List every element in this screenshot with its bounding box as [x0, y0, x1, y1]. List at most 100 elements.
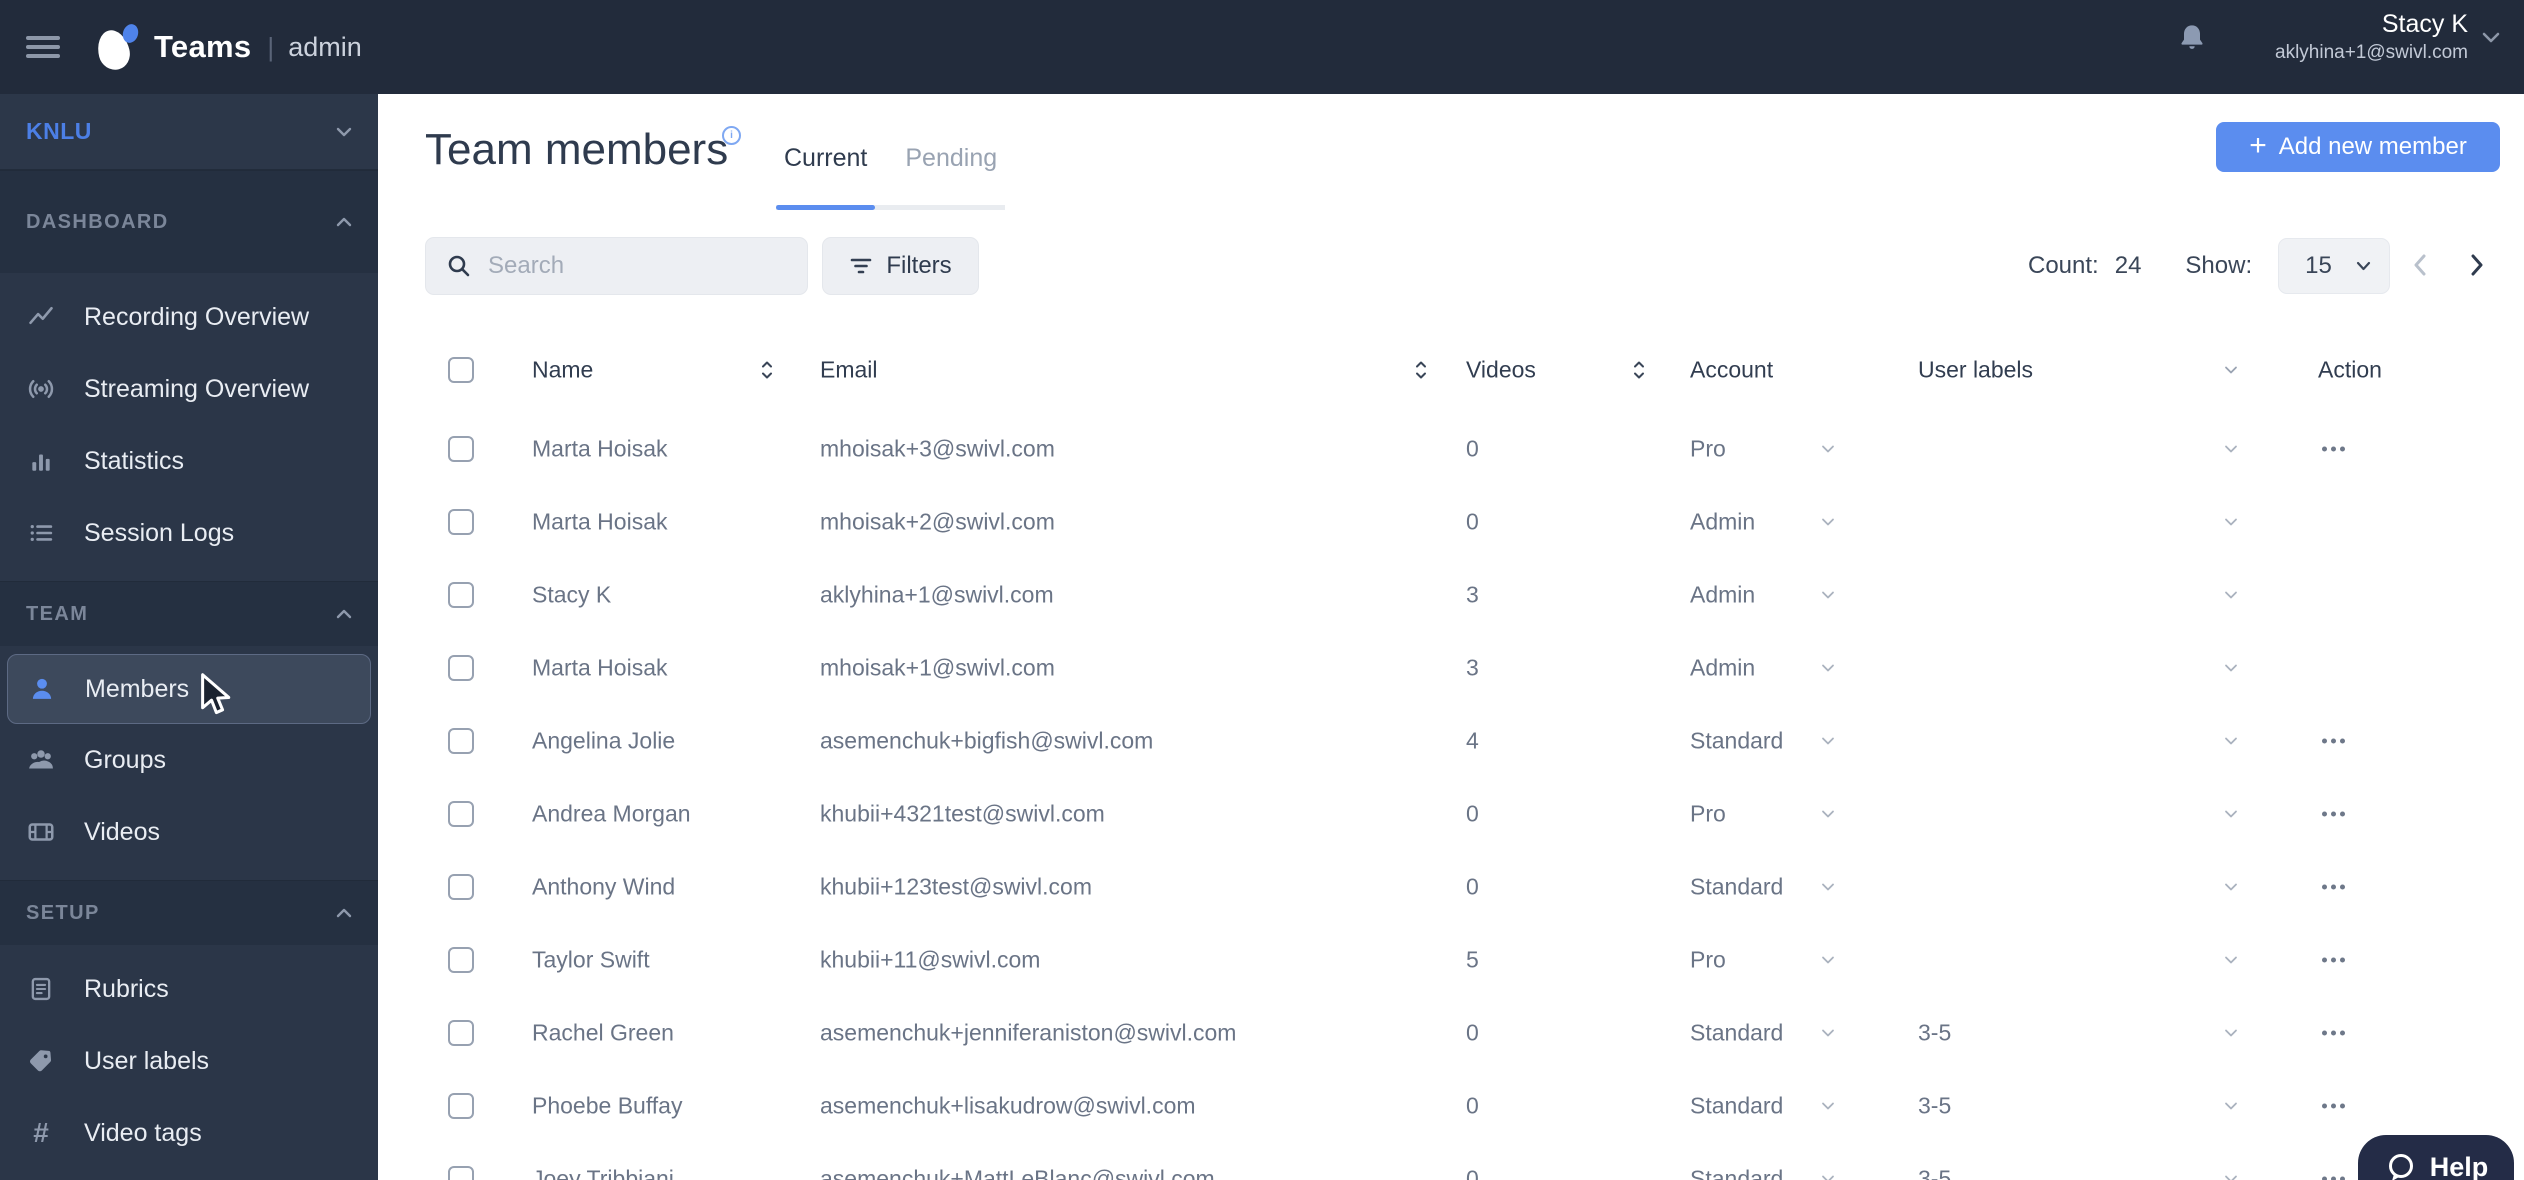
- sidebar-item-session-logs[interactable]: Session Logs: [0, 497, 378, 569]
- user-labels-dropdown-chevron-icon[interactable]: [2218, 1095, 2244, 1116]
- user-labels-filter-chevron-icon[interactable]: [2218, 360, 2244, 381]
- notifications-bell-icon[interactable]: [2176, 22, 2208, 54]
- column-header-videos: Videos: [1466, 356, 1536, 383]
- account-dropdown-chevron-icon[interactable]: [1815, 438, 1841, 459]
- column-header-user-labels: User labels: [1918, 356, 2034, 383]
- help-button[interactable]: Help: [2358, 1135, 2514, 1180]
- trend-icon: [26, 302, 56, 332]
- user-labels-dropdown-chevron-icon[interactable]: [2218, 1168, 2244, 1180]
- page-size-select[interactable]: 15: [2278, 238, 2391, 294]
- row-checkbox[interactable]: [448, 873, 474, 900]
- sidebar-item-statistics[interactable]: Statistics: [0, 425, 378, 497]
- row-checkbox[interactable]: [448, 435, 474, 462]
- account-dropdown-chevron-icon[interactable]: [1815, 876, 1841, 897]
- next-page-button[interactable]: [2464, 247, 2491, 283]
- cell-name: Joey Tribbiani: [532, 1165, 674, 1180]
- user-menu[interactable]: Stacy K aklyhina+1@swivl.com: [2275, 8, 2468, 66]
- sidebar-item-groups[interactable]: Groups: [0, 724, 378, 796]
- user-labels-dropdown-chevron-icon[interactable]: [2218, 949, 2244, 970]
- select-all-checkbox[interactable]: [448, 357, 474, 383]
- user-labels-dropdown-chevron-icon[interactable]: [2218, 803, 2244, 824]
- account-dropdown-chevron-icon[interactable]: [1815, 1168, 1841, 1180]
- account-dropdown-chevron-icon[interactable]: [1815, 511, 1841, 532]
- user-labels-dropdown-chevron-icon[interactable]: [2218, 511, 2244, 532]
- row-actions-button[interactable]: [2318, 803, 2349, 824]
- tab-pending[interactable]: Pending: [897, 143, 1005, 205]
- cell-account: Standard: [1690, 727, 1784, 753]
- row-checkbox[interactable]: [448, 1092, 474, 1119]
- sort-name-icon[interactable]: [760, 360, 774, 381]
- row-actions-button[interactable]: [2318, 876, 2349, 897]
- user-labels-dropdown-chevron-icon[interactable]: [2218, 876, 2244, 897]
- brand-divider: |: [267, 31, 275, 62]
- count-label: Count:: [2028, 252, 2099, 279]
- user-labels-dropdown-chevron-icon[interactable]: [2218, 438, 2244, 459]
- chevron-up-icon: [336, 908, 352, 918]
- brand-title: Teams: [154, 29, 252, 64]
- sidebar-item-video-tags[interactable]: # Video tags: [0, 1097, 378, 1169]
- sidebar-item-user-labels[interactable]: User labels: [0, 1025, 378, 1097]
- cell-email: asemenchuk+lisakudrow@swivl.com: [820, 1092, 1196, 1118]
- row-actions-button[interactable]: [2318, 438, 2349, 459]
- cell-name: Marta Hoisak: [532, 654, 668, 680]
- info-icon[interactable]: i: [722, 126, 741, 145]
- cell-email: mhoisak+2@swivl.com: [820, 508, 1055, 534]
- row-checkbox[interactable]: [448, 727, 474, 754]
- sidebar-item-videos[interactable]: Videos: [0, 796, 378, 868]
- account-dropdown-chevron-icon[interactable]: [1815, 657, 1841, 678]
- cell-videos: 0: [1466, 800, 1479, 826]
- row-checkbox[interactable]: [448, 946, 474, 973]
- search-box[interactable]: [425, 237, 808, 295]
- user-menu-chevron-icon[interactable]: [2482, 32, 2500, 43]
- row-checkbox[interactable]: [448, 1019, 474, 1046]
- table-row: Anthony Wind khubii+123test@swivl.com 0 Sta…: [378, 850, 2524, 923]
- filters-button[interactable]: Filters: [822, 237, 979, 295]
- sidebar-item-recording-overview[interactable]: Recording Overview: [0, 281, 378, 353]
- row-actions-button[interactable]: [2318, 730, 2349, 751]
- account-dropdown-chevron-icon[interactable]: [1815, 730, 1841, 751]
- sidebar-section-header-setup[interactable]: SETUP: [0, 880, 378, 945]
- search-input[interactable]: [486, 251, 770, 281]
- row-actions-button[interactable]: [2318, 1095, 2349, 1116]
- row-checkbox[interactable]: [448, 581, 474, 608]
- cell-user-labels: 3-5: [1918, 1165, 1952, 1180]
- row-actions-button[interactable]: [2318, 1022, 2349, 1043]
- sort-videos-icon[interactable]: [1632, 360, 1646, 381]
- menu-icon[interactable]: [26, 36, 60, 58]
- account-dropdown-chevron-icon[interactable]: [1815, 803, 1841, 824]
- cell-account: Standard: [1690, 1165, 1784, 1180]
- user-labels-dropdown-chevron-icon[interactable]: [2218, 730, 2244, 751]
- tab-current[interactable]: Current: [776, 143, 876, 210]
- sidebar-section-header-dashboard[interactable]: DASHBOARD: [0, 170, 378, 273]
- sidebar-item-label: Statistics: [84, 446, 185, 475]
- row-checkbox[interactable]: [448, 1165, 474, 1180]
- account-dropdown-chevron-icon[interactable]: [1815, 949, 1841, 970]
- row-actions-button[interactable]: [2318, 949, 2349, 970]
- sidebar-item-rubrics[interactable]: Rubrics: [0, 953, 378, 1025]
- account-dropdown-chevron-icon[interactable]: [1815, 584, 1841, 605]
- previous-page-button[interactable]: [2406, 247, 2433, 283]
- row-actions-button[interactable]: [2318, 1168, 2349, 1180]
- account-dropdown-chevron-icon[interactable]: [1815, 1022, 1841, 1043]
- add-new-member-button[interactable]: + Add new member: [2216, 122, 2500, 172]
- count-value: 24: [2114, 252, 2142, 279]
- row-checkbox[interactable]: [448, 800, 474, 827]
- user-labels-dropdown-chevron-icon[interactable]: [2218, 657, 2244, 678]
- user-labels-dropdown-chevron-icon[interactable]: [2218, 584, 2244, 605]
- row-checkbox[interactable]: [448, 508, 474, 535]
- account-dropdown-chevron-icon[interactable]: [1815, 1095, 1841, 1116]
- sidebar-item-streaming-overview[interactable]: Streaming Overview: [0, 353, 378, 425]
- sidebar-item-label: Streaming Overview: [84, 374, 310, 403]
- chat-icon: [2388, 1154, 2413, 1180]
- plus-icon: +: [2249, 128, 2267, 162]
- cell-videos: 0: [1466, 1092, 1479, 1118]
- user-labels-dropdown-chevron-icon[interactable]: [2218, 1022, 2244, 1043]
- sidebar-section-header-team[interactable]: TEAM: [0, 581, 378, 646]
- org-switcher[interactable]: KNLU: [0, 94, 378, 170]
- chevron-up-icon: [336, 609, 352, 619]
- sidebar-item-label: Members: [85, 674, 190, 703]
- sidebar-item-members[interactable]: Members: [7, 654, 371, 724]
- table-row: Marta Hoisak mhoisak+1@swivl.com 3 Admin: [378, 631, 2524, 704]
- row-checkbox[interactable]: [448, 654, 474, 681]
- sort-email-icon[interactable]: [1414, 360, 1428, 381]
